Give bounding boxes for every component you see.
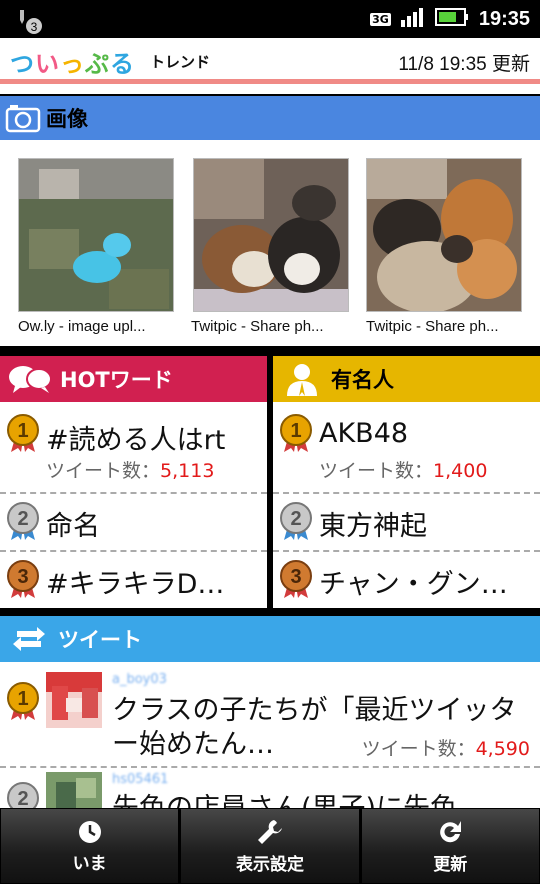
bronze-medal-icon: 3 [7, 560, 39, 598]
bottom-toolbar: いま 表示設定 更新 [0, 808, 540, 884]
battery-icon [434, 7, 469, 31]
avatar[interactable] [46, 672, 102, 728]
section-divider [0, 608, 540, 616]
avatar[interactable] [46, 772, 102, 808]
now-button-label: いま [72, 853, 107, 874]
silver-medal-icon: 2 [7, 502, 39, 540]
famous-title: 有名人 [331, 368, 394, 392]
tweets-section-title: ツイート [58, 628, 142, 652]
tweet-text: 先色の店員さん(男子)に先色… [112, 792, 532, 808]
image-thumbnails: Ow.ly - image upl... Twitpic - Share ph.… [0, 142, 540, 346]
wrench-icon [257, 819, 282, 844]
svg-text:1: 1 [290, 420, 301, 442]
hot-word-text: #読める人はrt [46, 425, 226, 456]
refresh-label: 更新 [433, 854, 468, 875]
famous-name: 東方神起 [319, 511, 427, 542]
camera-icon [0, 103, 46, 133]
famous-item[interactable]: 1 AKB48 ツイート数：1,400 [273, 404, 540, 492]
famous-name: AKB48 [319, 418, 409, 449]
famous-header[interactable]: 有名人 [273, 356, 540, 402]
svg-text:3: 3 [290, 566, 301, 588]
bronze-medal-icon: 3 [280, 560, 312, 598]
now-button[interactable]: いま [0, 808, 180, 884]
image-thumbnail[interactable] [366, 158, 522, 312]
gold-medal-icon: 1 [7, 414, 39, 452]
famous-item[interactable]: 3 チャン・グン… [273, 552, 540, 610]
status-bar: 3 3G 19:35 [0, 0, 540, 38]
tweet-count: ツイート数：5,113 [46, 460, 215, 482]
tweet-item[interactable]: 2 hs05461 先色の店員さん(男子)に先色… [0, 768, 540, 808]
silver-medal-icon: 2 [280, 502, 312, 540]
refresh-button[interactable]: 更新 [359, 808, 540, 884]
person-icon [273, 362, 331, 396]
svg-text:2: 2 [17, 508, 28, 530]
images-section-title: 画像 [46, 107, 88, 131]
app-subtitle: トレンド [150, 53, 211, 71]
images-section-header[interactable]: 画像 [0, 94, 540, 140]
svg-text:1: 1 [17, 420, 28, 442]
updated-time: 11/8 19:35 更新 [398, 54, 530, 75]
app-header: ついっぷる トレンド 11/8 19:35 更新 [0, 38, 540, 84]
network-type: 3G [370, 12, 391, 26]
tweet-item[interactable]: 1 a_boy03 クラスの子たちが「最近ツイッター始めたん… ツイート数：4,… [0, 664, 540, 764]
svg-text:3: 3 [17, 566, 28, 588]
hot-word-text: #キラキラD… [46, 569, 225, 600]
tweet-username[interactable]: hs05461 [112, 772, 168, 787]
notification-icon[interactable]: 3 [14, 6, 42, 34]
hot-word-item[interactable]: 3 #キラキラD… [0, 552, 267, 610]
hot-word-item[interactable]: 1 #読める人はrt ツイート数：5,113 [0, 404, 267, 492]
signal-icon [400, 7, 425, 31]
silver-medal-icon: 2 [7, 782, 39, 808]
tweet-count: ツイート数：4,590 [361, 738, 530, 760]
tweet-username[interactable]: a_boy03 [112, 672, 167, 687]
famous-name: チャン・グン… [319, 569, 508, 600]
gold-medal-icon: 1 [7, 682, 39, 720]
display-settings-button[interactable]: 表示設定 [179, 808, 360, 884]
famous-item[interactable]: 2 東方神起 [273, 494, 540, 552]
column-divider [267, 352, 273, 610]
app-logo: ついっぷる [10, 50, 135, 78]
chat-bubbles-icon [0, 364, 60, 394]
hot-word-text: 命名 [46, 511, 100, 542]
gold-medal-icon: 1 [280, 414, 312, 452]
notification-count: 3 [31, 20, 38, 34]
svg-text:1: 1 [17, 688, 28, 710]
hot-words-title: HOTワード [60, 368, 173, 392]
image-thumbnail[interactable] [193, 158, 349, 312]
svg-text:2: 2 [290, 508, 301, 530]
image-caption[interactable]: Twitpic - Share ph... [191, 318, 359, 335]
tweets-section-header[interactable]: ツイート [0, 616, 540, 662]
clock-icon [78, 820, 101, 843]
svg-text:2: 2 [17, 788, 28, 808]
hot-word-item[interactable]: 2 命名 [0, 494, 267, 552]
image-caption[interactable]: Twitpic - Share ph... [366, 318, 534, 335]
image-caption[interactable]: Ow.ly - image upl... [18, 318, 186, 335]
display-settings-label: 表示設定 [235, 854, 304, 875]
clock-time: 19:35 [478, 7, 530, 30]
hot-words-header[interactable]: HOTワード [0, 356, 267, 402]
refresh-icon [440, 820, 462, 842]
image-thumbnail[interactable] [18, 158, 174, 312]
retweet-icon [0, 625, 58, 653]
tweet-count: ツイート数：1,400 [319, 460, 488, 482]
